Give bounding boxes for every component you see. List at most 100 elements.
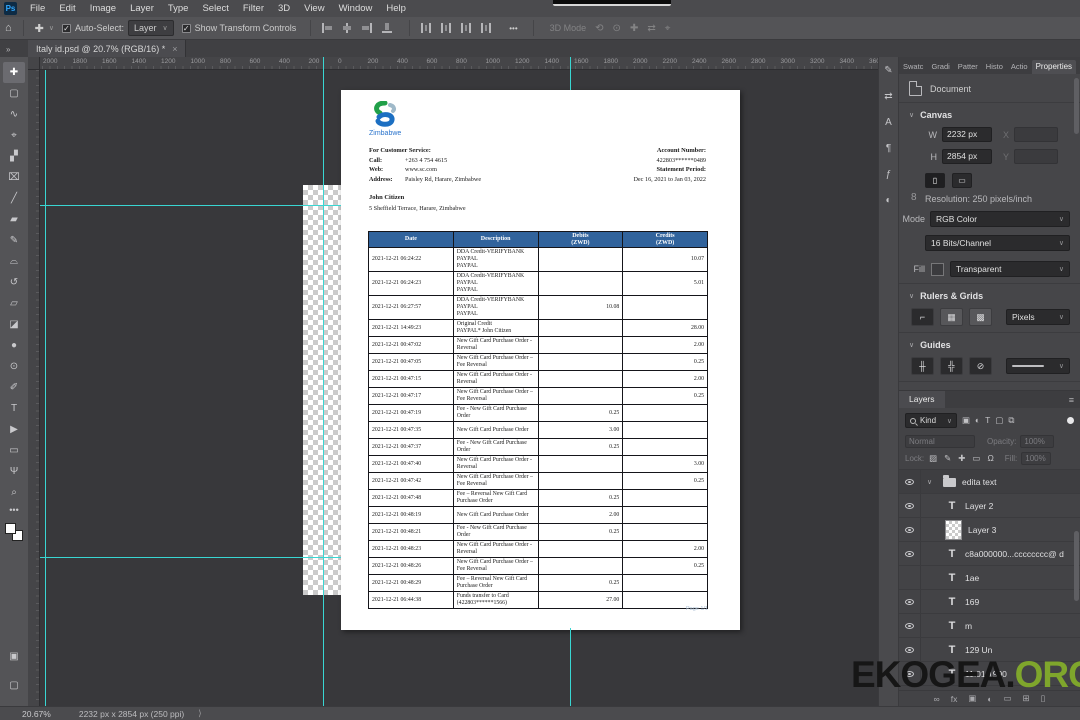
layer-row[interactable]: T 129 Un <box>899 638 1080 662</box>
new-guide-button[interactable]: ╫ <box>911 357 934 375</box>
auto-select-target-dropdown[interactable]: Layer ∨ <box>128 20 174 36</box>
gradient-tool[interactable]: ◪ <box>3 314 25 335</box>
filter-smart-objects-icon[interactable]: ⧉ <box>1007 415 1015 426</box>
visibility-toggle[interactable] <box>899 470 921 493</box>
menu-type[interactable]: Type <box>161 0 196 17</box>
guide-style-select[interactable]: ∨ <box>1006 358 1070 374</box>
menu-view[interactable]: View <box>297 0 331 17</box>
menu-file[interactable]: File <box>23 0 52 17</box>
quick-mask-icon[interactable]: ▣ <box>3 646 25 667</box>
guides-section-header[interactable]: ∨ Guides <box>899 333 1080 355</box>
blend-mode-select[interactable]: Normal <box>905 435 975 448</box>
expand-chevron-icon[interactable]: ∨ <box>927 478 937 486</box>
layer-row[interactable]: T Layer 2 <box>899 494 1080 518</box>
menu-3d[interactable]: 3D <box>271 0 297 17</box>
bit-depth-select[interactable]: 16 Bits/Channel ∨ <box>925 235 1070 251</box>
lock-paint-icon[interactable]: ✎ <box>943 453 952 464</box>
panel-menu-icon[interactable]: ≡ <box>1069 395 1080 405</box>
fill-select[interactable]: Transparent ∨ <box>950 261 1070 277</box>
toggle-grid-button[interactable]: ▦ <box>940 308 963 326</box>
visibility-toggle[interactable] <box>899 518 921 541</box>
crop-tool[interactable]: ▞ <box>3 146 25 167</box>
panel-menu-icon[interactable]: ≡ <box>1076 61 1080 74</box>
visibility-toggle[interactable] <box>899 494 921 517</box>
snap-grid-button[interactable]: ▩ <box>969 308 992 326</box>
guide-horizontal-1[interactable] <box>40 205 341 206</box>
color-mode-select[interactable]: RGB Color ∨ <box>930 211 1070 227</box>
distribute-right-icon[interactable] <box>460 22 472 34</box>
layer-row[interactable]: T 1ae <box>899 566 1080 590</box>
menu-help[interactable]: Help <box>379 0 413 17</box>
chevron-down-icon[interactable]: ∨ <box>49 24 54 32</box>
menu-filter[interactable]: Filter <box>236 0 271 17</box>
units-select[interactable]: Pixels ∨ <box>1006 309 1070 325</box>
delete-layer-icon[interactable]: ▯ <box>1041 693 1046 704</box>
distribute-center-icon[interactable] <box>440 22 452 34</box>
type-tool[interactable]: T <box>3 398 25 419</box>
zoom-tool[interactable]: ⌕ <box>3 482 25 503</box>
filter-toggle[interactable] <box>1067 417 1074 424</box>
filter-adjustment-layers-icon[interactable]: ◐ <box>974 415 981 426</box>
tab-overflow-icon[interactable]: » <box>0 42 28 57</box>
visibility-toggle[interactable] <box>899 614 921 637</box>
distribute-left-icon[interactable] <box>420 22 432 34</box>
layer-mask-icon[interactable]: ▣ <box>968 693 976 704</box>
align-center-icon[interactable] <box>341 22 353 34</box>
lock-all-icon[interactable]: Ω <box>986 453 994 464</box>
layer-row[interactable]: Tc8a000000...cccccccc@ d <box>899 542 1080 566</box>
guide-horizontal-2[interactable] <box>40 557 341 558</box>
document-tab[interactable]: Italy id.psd @ 20.7% (RGB/16) * × <box>28 40 187 57</box>
vertical-ruler[interactable] <box>28 70 40 706</box>
foreground-color-swatch[interactable] <box>5 523 16 534</box>
height-field[interactable]: 2854 px <box>942 149 992 164</box>
fill-swatch[interactable] <box>931 262 944 276</box>
filter-kind-dropdown[interactable]: Kind ∨ <box>905 413 957 428</box>
toggle-rulers-button[interactable]: ⌐ <box>911 308 934 326</box>
eyedropper-tool[interactable]: ╱ <box>3 188 25 209</box>
layers-tab[interactable]: Layers <box>899 391 945 408</box>
zoom-level-field[interactable]: 20.67% <box>22 709 51 719</box>
brushes-panel-icon[interactable]: ✎ <box>884 65 892 76</box>
close-icon[interactable]: × <box>172 44 177 54</box>
rulers-grids-section-header[interactable]: ∨ Rulers & Grids <box>899 284 1080 306</box>
layer-row[interactable]: Tm <box>899 614 1080 638</box>
align-left-icon[interactable] <box>321 22 333 34</box>
home-icon[interactable]: ⌂ <box>0 22 17 34</box>
panel-tab-histo[interactable]: Histo <box>982 60 1007 74</box>
rectangle-tool[interactable]: ▭ <box>3 440 25 461</box>
history-brush-tool[interactable]: ↺ <box>3 272 25 293</box>
link-dimensions-icon[interactable]: 8 <box>911 192 917 203</box>
more-options-icon[interactable]: ••• <box>504 24 522 33</box>
character-panel-icon[interactable]: A <box>885 117 892 128</box>
edit-toolbar-icon[interactable]: ••• <box>9 505 18 515</box>
dodge-tool[interactable]: ⊙ <box>3 356 25 377</box>
lock-position-icon[interactable]: ✚ <box>957 453 966 464</box>
filter-shape-layers-icon[interactable]: ▢ <box>994 415 1004 426</box>
portrait-orientation-button[interactable]: ▯ <box>925 173 945 188</box>
visibility-toggle[interactable] <box>899 662 921 685</box>
photoshop-logo-icon[interactable]: Ps <box>4 2 17 15</box>
clone-stamp-tool[interactable]: ⌓ <box>3 251 25 272</box>
eraser-tool[interactable]: ▱ <box>3 293 25 314</box>
blur-tool[interactable]: ● <box>3 335 25 356</box>
panel-tab-gradi[interactable]: Gradi <box>927 60 953 74</box>
properties-scrollbar[interactable] <box>1074 78 1079 134</box>
canvas-area[interactable]: 2000 1800 1600 1400 1200 1000 800 600 400 200 0 200… <box>28 57 878 706</box>
color-swatches[interactable] <box>5 523 23 541</box>
paragraph-panel-icon[interactable]: ¶ <box>886 143 891 154</box>
object-selection-tool[interactable]: ⌖ <box>3 125 25 146</box>
show-transform-checkbox[interactable]: ✓ <box>181 23 191 33</box>
menu-window[interactable]: Window <box>332 0 380 17</box>
align-right-icon[interactable] <box>361 22 373 34</box>
layer-style-icon[interactable]: fx <box>951 694 958 704</box>
menu-layer[interactable]: Layer <box>123 0 161 17</box>
clear-guides-button[interactable]: ⊘ <box>969 357 992 375</box>
visibility-toggle[interactable] <box>899 590 921 613</box>
lock-artboard-icon[interactable]: ▭ <box>971 453 981 464</box>
marquee-tool[interactable]: ▢ <box>3 83 25 104</box>
guide-vertical-1[interactable] <box>45 70 46 706</box>
frame-tool[interactable]: ⌧ <box>3 167 25 188</box>
filter-pixel-layers-icon[interactable]: ▣ <box>961 415 971 426</box>
panel-tab-patter[interactable]: Patter <box>954 60 982 74</box>
panel-tab-properties[interactable]: Properties <box>1031 60 1077 74</box>
